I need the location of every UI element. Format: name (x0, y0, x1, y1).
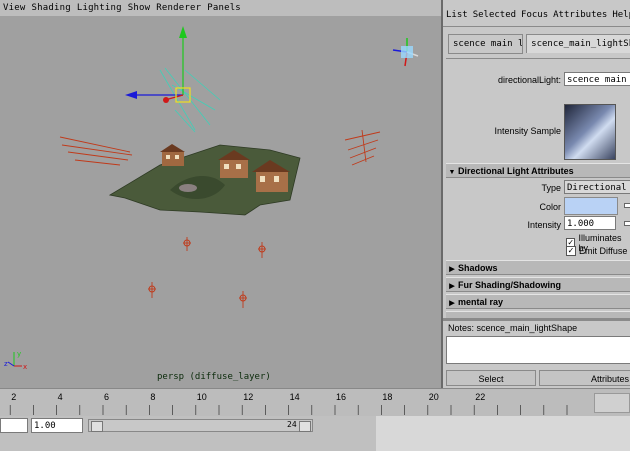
menu-focus[interactable]: Focus (521, 10, 548, 24)
tick-label: 16 (336, 392, 347, 402)
color-label: Color (539, 202, 561, 212)
pane-splitter[interactable] (443, 318, 630, 321)
collapse-triangle-icon: ▼ (448, 169, 456, 176)
node-tabs: scence main light scence_main_lightShape (448, 34, 630, 54)
expand-triangle-icon: ▶ (449, 300, 455, 307)
tick-label: 2 (11, 392, 17, 402)
intensity-slider[interactable] (624, 221, 630, 226)
light-icon-left[interactable] (59, 136, 133, 166)
section-mental-ray[interactable]: ▶ mental ray (446, 294, 630, 309)
load-attributes-button[interactable]: Attributes (539, 370, 630, 386)
node-name-field[interactable]: scence main light (564, 72, 630, 86)
menu-lighting[interactable]: Lighting (77, 3, 122, 13)
section-title: Shadows (458, 263, 498, 273)
intensity-sample-swatch[interactable] (564, 104, 616, 160)
perspective-viewport[interactable]: View Shading Lighting Show Renderer Pane… (0, 0, 441, 388)
range-bar[interactable]: 24 (88, 419, 313, 432)
attribute-editor-menu: List Selected Focus Attributes Help (443, 10, 630, 24)
checkbox[interactable]: ✓ (566, 246, 576, 256)
camera-name-label: persp (diffuse_layer) (157, 372, 271, 382)
current-frame-field[interactable] (594, 393, 630, 413)
checkbox-label: Emit Diffuse (579, 246, 628, 256)
attribute-editor-panel: List Selected Focus Attributes Help scen… (441, 0, 630, 388)
axis-label-x: x (23, 363, 27, 371)
intensity-label: Intensity (527, 220, 561, 230)
type-label: Type (541, 183, 561, 193)
range-start-handle[interactable] (91, 421, 103, 432)
section-title: Directional Light Attributes (458, 166, 574, 176)
emit-diffuse-checkbox-row[interactable]: ✓ Emit Diffuse (566, 246, 627, 256)
move-manipulator[interactable] (125, 26, 191, 103)
tick-labels: 2 4 6 8 10 12 14 16 18 20 22 (0, 392, 630, 404)
menu-selected[interactable]: Selected (473, 10, 516, 24)
point-light-icon[interactable] (148, 282, 156, 298)
view-cube-icon[interactable] (392, 38, 419, 67)
intensity-sample-label: Intensity Sample (494, 126, 561, 136)
playback-start-field[interactable]: 1.00 (31, 418, 83, 433)
axis-label-z: z (4, 360, 8, 368)
menu-renderer[interactable]: Renderer (156, 3, 201, 13)
point-light-icon[interactable] (183, 237, 191, 251)
tick-label: 6 (104, 392, 110, 402)
color-slider[interactable] (624, 203, 630, 208)
house-model[interactable] (160, 144, 185, 166)
menu-view[interactable]: View (3, 3, 25, 13)
section-shadows[interactable]: ▶ Shadows (446, 260, 630, 275)
tick-label: 8 (150, 392, 156, 402)
range-end-handle[interactable] (299, 421, 311, 432)
range-slider[interactable]: 1.00 24 (0, 416, 630, 451)
expand-triangle-icon: ▶ (449, 266, 455, 273)
axis-gizmo-icon: y z x (4, 350, 27, 371)
viewport-menu-bar: View Shading Lighting Show Renderer Pane… (0, 0, 441, 16)
light-type-dropdown[interactable]: Directional Light (564, 180, 630, 194)
menu-list[interactable]: List (446, 10, 468, 24)
point-light-icon[interactable] (239, 291, 247, 308)
menu-attributes[interactable]: Attributes (553, 10, 607, 24)
tick-label: 12 (243, 392, 254, 402)
tick-label: 14 (289, 392, 300, 402)
notes-label: Notes: scence_main_lightShape (448, 323, 578, 333)
menu-divider (443, 26, 630, 27)
time-slider[interactable]: 2 4 6 8 10 12 14 16 18 20 22 (0, 388, 630, 416)
tick-label: 18 (382, 392, 393, 402)
scene-canvas[interactable]: y z x (0, 16, 441, 388)
playback-controls-area (376, 416, 630, 451)
section-title: Fur Shading/Shadowing (458, 280, 561, 290)
tick-label: 20 (428, 392, 439, 402)
tabs-divider (446, 58, 630, 59)
tick-label: 22 (475, 392, 486, 402)
menu-show[interactable]: Show (128, 3, 150, 13)
menu-help[interactable]: Help (612, 10, 630, 24)
section-fur-shading[interactable]: ▶ Fur Shading/Shadowing (446, 277, 630, 292)
axis-label-y: y (17, 350, 21, 358)
tick-label: 10 (196, 392, 207, 402)
section-partial (446, 311, 630, 318)
tab-transform[interactable]: scence main light (448, 34, 524, 54)
start-time-field[interactable] (0, 418, 28, 433)
intensity-field[interactable]: 1.000 (564, 216, 616, 230)
select-button[interactable]: Select (446, 370, 536, 386)
menu-panels[interactable]: Panels (207, 3, 241, 13)
notes-textarea[interactable] (446, 336, 630, 364)
range-end-label: 24 (287, 420, 297, 429)
section-directional-light[interactable]: ▼ Directional Light Attributes (446, 163, 630, 178)
light-color-swatch[interactable] (564, 197, 618, 215)
expand-triangle-icon: ▶ (449, 283, 455, 290)
node-type-label: directionalLight: (497, 75, 561, 85)
section-title: mental ray (458, 297, 504, 307)
tab-light-shape[interactable]: scence_main_lightShape (526, 34, 630, 53)
tick-label: 4 (57, 392, 63, 402)
light-icon-right[interactable] (344, 129, 381, 166)
menu-shading[interactable]: Shading (31, 3, 70, 13)
point-light-icon[interactable] (258, 242, 266, 258)
